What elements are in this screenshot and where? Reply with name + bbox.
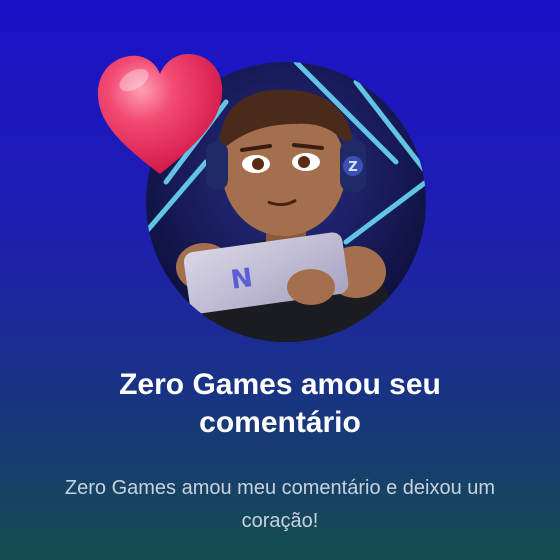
phone-logo: N [229, 263, 255, 296]
notification-title: Zero Games amou seu comentário [119, 368, 441, 439]
love-notification-card: Z N Zero Games amou seu comentário Zero … [0, 0, 560, 560]
notification-message: Zero Games amou meu comentário e deixou … [64, 477, 496, 532]
heart-icon [92, 50, 228, 180]
headset-logo: Z [348, 160, 357, 175]
